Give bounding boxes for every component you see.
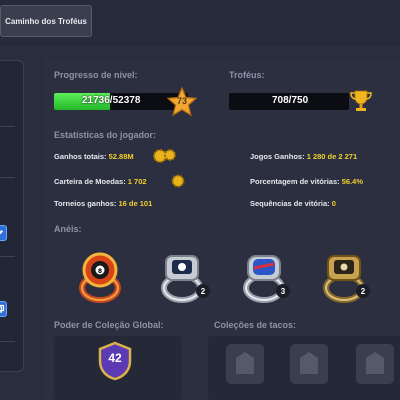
coin-gears-icon <box>153 149 176 163</box>
stat-tournaments-won: Torneios ganhos: 16 de 101 <box>54 199 152 208</box>
level-number: 73 <box>176 96 187 106</box>
trophy-icon <box>350 90 372 111</box>
stat-value: 16 de 101 <box>118 199 153 208</box>
stat-value: 1 702 <box>127 177 147 186</box>
cue-collection-icon <box>366 352 384 374</box>
stat-label: Torneios ganhos: <box>54 199 117 208</box>
stat-label: Jogos Ganhos: <box>250 152 305 161</box>
collection-power-label: Poder de Coleção Global: <box>54 320 164 330</box>
tab-trophy-road[interactable]: Caminho dos Troféus <box>0 5 92 37</box>
trophies-value: 708/750 <box>272 95 309 106</box>
level-progress-value: 21736/52378 <box>82 95 141 106</box>
stat-value: 52.88M <box>108 152 134 161</box>
cue-collection-icon <box>236 352 254 374</box>
stat-value: 0 <box>331 199 336 208</box>
copy-icon <box>0 304 5 313</box>
player-stats-label: Estatísticas do jogador: <box>54 130 157 140</box>
cue-collections-label: Coleções de tacos: <box>214 320 297 330</box>
left-side-panel <box>0 60 24 372</box>
rings-label: Anéis: <box>54 224 82 234</box>
ring-count-badge: 2 <box>356 284 370 298</box>
divider <box>0 126 15 127</box>
coin-gear-icon <box>171 174 185 188</box>
stat-win-streak: Sequências de vitória: 0 <box>250 199 336 208</box>
cue-collection-slot[interactable] <box>290 344 328 384</box>
divider <box>0 177 15 178</box>
stat-label: Carteira de Moedas: <box>54 177 126 186</box>
stat-games-won: Jogos Ganhos: 1 280 de 2 271 <box>250 152 357 161</box>
collection-power-value: 42 <box>108 351 122 365</box>
ring-8ball-red-icon[interactable]: 8 <box>70 246 130 306</box>
svg-text:8: 8 <box>98 268 102 275</box>
trophies-label: Troféus: <box>229 70 265 80</box>
divider <box>0 256 15 257</box>
pencil-icon <box>0 230 3 235</box>
copy-button[interactable] <box>0 301 7 317</box>
trophies-bar: 708/750 <box>229 93 349 110</box>
divider <box>0 341 15 342</box>
stat-label: Sequências de vitória: <box>250 199 330 208</box>
level-progress-label: Progresso de nível: <box>54 70 138 80</box>
stat-label: Porcentagem de vitórias: <box>250 177 340 186</box>
stat-value: 56.4% <box>341 177 363 186</box>
stat-win-percentage: Porcentagem de vitórias: 56.4% <box>250 177 363 186</box>
stat-coin-wallet: Carteira de Moedas: 1 702 <box>54 177 147 186</box>
cue-collection-slot[interactable] <box>226 344 264 384</box>
stat-value: 1 280 de 2 271 <box>306 152 358 161</box>
stat-label: Ganhos totais: <box>54 152 107 161</box>
stat-total-earnings: Ganhos totais: 52.88M <box>54 152 134 161</box>
cue-collection-slot[interactable] <box>356 344 394 384</box>
ring-count-badge: 2 <box>196 284 210 298</box>
edit-button[interactable] <box>0 225 7 241</box>
cue-collection-icon <box>300 352 318 374</box>
ring-count-badge: 3 <box>276 284 290 298</box>
